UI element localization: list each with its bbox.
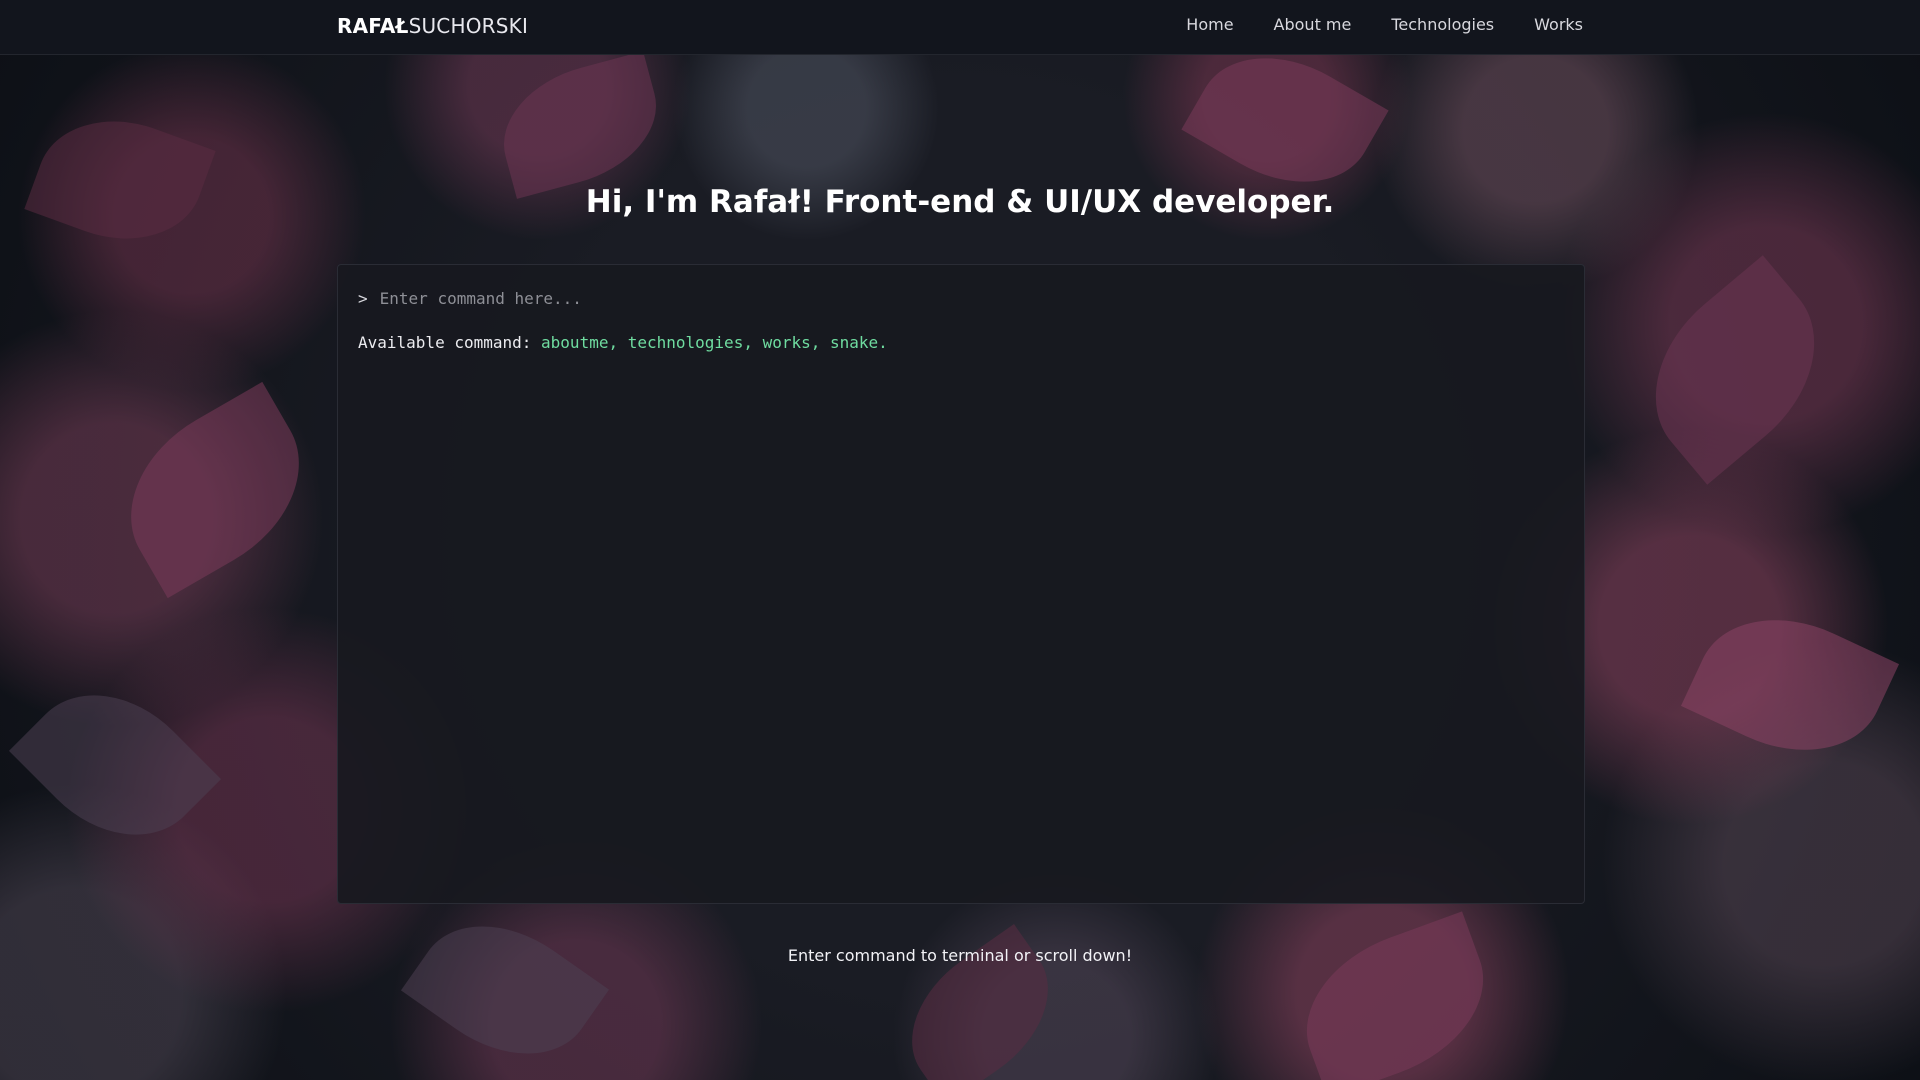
scroll-hint: Enter command to terminal or scroll down… xyxy=(787,946,1133,965)
background-leaf xyxy=(8,658,222,872)
nav-technologies[interactable]: Technologies xyxy=(1391,15,1494,34)
background-leaf xyxy=(400,892,610,1080)
background-leaf xyxy=(1680,588,1900,782)
terminal-panel: > Available command: aboutme, technologi… xyxy=(337,264,1585,904)
nav-links: Home About me Technologies Works xyxy=(1186,15,1583,34)
terminal-prompt-icon: > xyxy=(358,289,368,308)
background-leaf xyxy=(1283,911,1507,1080)
available-commands-label: Available command: xyxy=(358,333,532,352)
brand-logo[interactable]: RAFAŁSUCHORSKI xyxy=(337,14,528,38)
background-leaf xyxy=(1617,255,1853,485)
terminal-command-input[interactable] xyxy=(379,289,1280,308)
nav-about-me[interactable]: About me xyxy=(1274,15,1352,34)
navbar: RAFAŁSUCHORSKI Home About me Technologie… xyxy=(0,0,1920,55)
background-leaf xyxy=(24,96,216,264)
available-commands-line: Available command: aboutme, technologies… xyxy=(358,333,888,352)
brand-first-name: RAFAŁ xyxy=(337,14,409,38)
hero-headline: Hi, I'm Rafał! Front-end & UI/UX develop… xyxy=(585,184,1335,220)
brand-last-name: SUCHORSKI xyxy=(408,14,529,38)
terminal-input-row: > xyxy=(358,289,1280,308)
background-leaf xyxy=(97,381,333,599)
available-commands-list: aboutme, technologies, works, snake. xyxy=(541,333,888,352)
background-leaf xyxy=(488,51,672,199)
nav-works[interactable]: Works xyxy=(1534,15,1583,34)
nav-home[interactable]: Home xyxy=(1186,15,1233,34)
